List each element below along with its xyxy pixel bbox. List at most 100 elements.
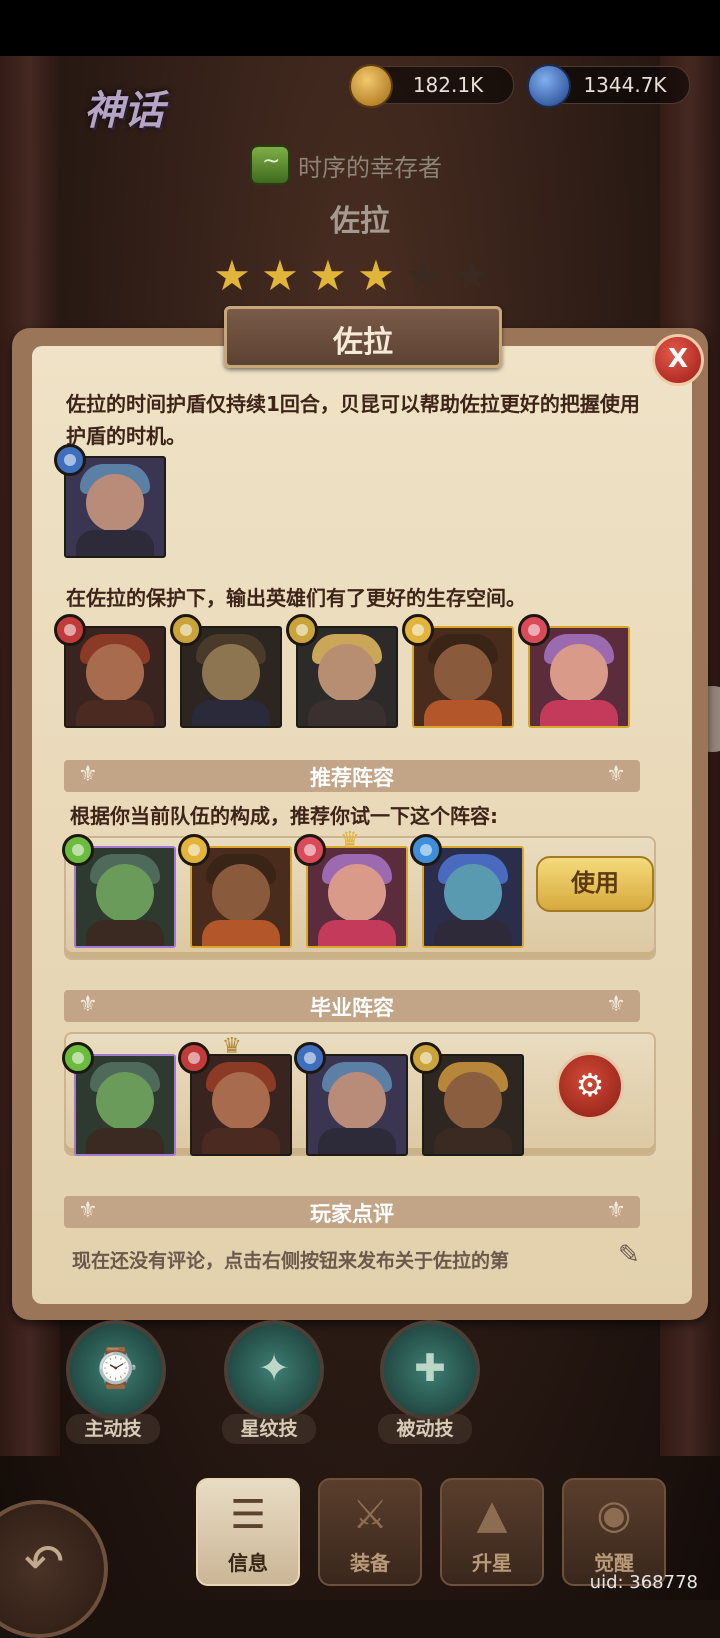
- hero-face: [328, 864, 386, 922]
- crown-icon: ♛: [340, 828, 360, 853]
- hero-face: [328, 1072, 386, 1130]
- gold-amount: 182.1K: [412, 73, 484, 97]
- hero-body: [76, 530, 154, 556]
- crown-icon: ♛: [222, 1034, 242, 1059]
- faction-badge-icon: [410, 1042, 442, 1074]
- hero-body: [86, 1128, 164, 1154]
- recommended-banner: ⚜ 推荐阵容 ⚜: [64, 760, 640, 792]
- recommended-text: 根据你当前队伍的构成，推荐你试一下这个阵容:: [70, 804, 498, 828]
- dialog-title-bar: 佐拉: [224, 306, 502, 368]
- star-icon: ★: [213, 251, 251, 300]
- awaken-icon: ◉: [596, 1492, 632, 1538]
- faction-badge-icon: [402, 614, 434, 646]
- faction-badge-icon: [62, 1042, 94, 1074]
- faction-badge-icon: [54, 444, 86, 476]
- active-skill-label: 主动技: [66, 1414, 160, 1444]
- orb-amount: 1344.7K: [583, 73, 667, 97]
- reviews-title: 玩家点评: [310, 1202, 394, 1226]
- hero-body: [76, 700, 154, 726]
- hero-body: [318, 1128, 396, 1154]
- star-pattern-skill-label: 星纹技: [222, 1414, 316, 1444]
- clock-icon: ⌚: [92, 1346, 140, 1390]
- hero-face: [444, 864, 502, 922]
- faction-badge-icon: [518, 614, 550, 646]
- hero-face: [212, 864, 270, 922]
- fleur-icon: ⚜: [606, 992, 626, 1017]
- star-empty-icon: ★: [453, 251, 491, 300]
- tab-star-up[interactable]: ▲ 升星: [440, 1478, 544, 1586]
- passive-icon: ✚: [414, 1346, 446, 1390]
- star-pattern-skill-button[interactable]: ✦: [224, 1320, 324, 1420]
- hero-name: 佐拉: [330, 204, 390, 239]
- star-empty-icon: ★: [405, 251, 443, 300]
- graduate-title: 毕业阵容: [310, 996, 394, 1020]
- star-icon: ★: [261, 251, 299, 300]
- hero-body: [308, 700, 386, 726]
- star-icon: ★: [309, 251, 347, 300]
- hero-face: [318, 644, 376, 702]
- faction-icon: [250, 145, 290, 185]
- passive-skill-label: 被动技: [378, 1414, 472, 1444]
- passive-skill-button[interactable]: ✚: [380, 1320, 480, 1420]
- fleur-icon: ⚜: [606, 1198, 626, 1223]
- faction-badge-icon: [286, 614, 318, 646]
- tab-equipment-label: 装备: [350, 1551, 390, 1575]
- star-pattern-icon: ✦: [258, 1346, 290, 1390]
- faction-badge-icon: [54, 614, 86, 646]
- close-button[interactable]: X: [652, 334, 704, 386]
- graduate-banner: ⚜ 毕业阵容 ⚜: [64, 990, 640, 1022]
- dialog-title: 佐拉: [333, 325, 393, 360]
- hero-body: [202, 1128, 280, 1154]
- faction-badge-icon: [62, 834, 94, 866]
- hero-body: [434, 1128, 512, 1154]
- faction-badge-icon: [178, 1042, 210, 1074]
- hero-face: [212, 1072, 270, 1130]
- faction-badge-icon: [294, 834, 326, 866]
- use-lineup-button[interactable]: 使用: [536, 856, 654, 912]
- star-up-icon: ▲: [476, 1492, 508, 1538]
- reviews-banner: ⚜ 玩家点评 ⚜: [64, 1196, 640, 1228]
- hero-body: [434, 920, 512, 946]
- orb-currency[interactable]: 1344.7K: [527, 64, 690, 108]
- hero-face: [550, 644, 608, 702]
- hero-face: [86, 644, 144, 702]
- hero-body: [192, 700, 270, 726]
- hero-body: [86, 920, 164, 946]
- active-skill-button[interactable]: ⌚: [66, 1320, 166, 1420]
- rarity-tier-label: 神话: [84, 88, 164, 134]
- reviews-empty-text: 现在还没有评论，点击右侧按钮来发布关于佐拉的第: [72, 1250, 510, 1272]
- hero-body: [202, 920, 280, 946]
- user-id: uid: 368778: [589, 1572, 698, 1593]
- faction-badge-icon: [170, 614, 202, 646]
- gear-icon[interactable]: ⚙: [556, 1052, 624, 1120]
- faction-badge-icon: [294, 1042, 326, 1074]
- star-icon: ★: [357, 251, 395, 300]
- hero-body: [540, 700, 618, 726]
- hero-face: [96, 864, 154, 922]
- synergy-text-1: 佐拉的时间护盾仅持续1回合，贝昆可以帮助佐拉更好的把握使用护盾的时机。: [66, 392, 640, 448]
- gold-currency[interactable]: 182.1K: [349, 64, 514, 108]
- hero-body: [318, 920, 396, 946]
- tab-info-label: 信息: [228, 1551, 268, 1575]
- hero-title: 时序的幸存者: [298, 154, 442, 182]
- hero-body: [424, 700, 502, 726]
- hero-face: [96, 1072, 154, 1130]
- status-bar: [0, 0, 720, 56]
- info-icon: ☰: [230, 1492, 266, 1538]
- back-arrow-icon: ↶: [24, 1534, 65, 1590]
- recommended-title: 推荐阵容: [310, 766, 394, 790]
- hero-face: [86, 474, 144, 532]
- hero-face: [202, 644, 260, 702]
- tab-equipment[interactable]: ⚔ 装备: [318, 1478, 422, 1586]
- hero-face: [444, 1072, 502, 1130]
- equipment-icon: ⚔: [352, 1492, 388, 1538]
- fleur-icon: ⚜: [606, 762, 626, 787]
- write-review-icon[interactable]: ✎: [618, 1240, 640, 1270]
- tab-info[interactable]: ☰ 信息: [196, 1478, 300, 1586]
- tab-awaken[interactable]: ◉ 觉醒: [562, 1478, 666, 1586]
- tab-star-up-label: 升星: [472, 1551, 512, 1575]
- hero-face: [434, 644, 492, 702]
- faction-badge-icon: [410, 834, 442, 866]
- faction-badge-icon: [178, 834, 210, 866]
- synergy-text-2: 在佐拉的保护下，输出英雄们有了更好的生存空间。: [66, 586, 526, 610]
